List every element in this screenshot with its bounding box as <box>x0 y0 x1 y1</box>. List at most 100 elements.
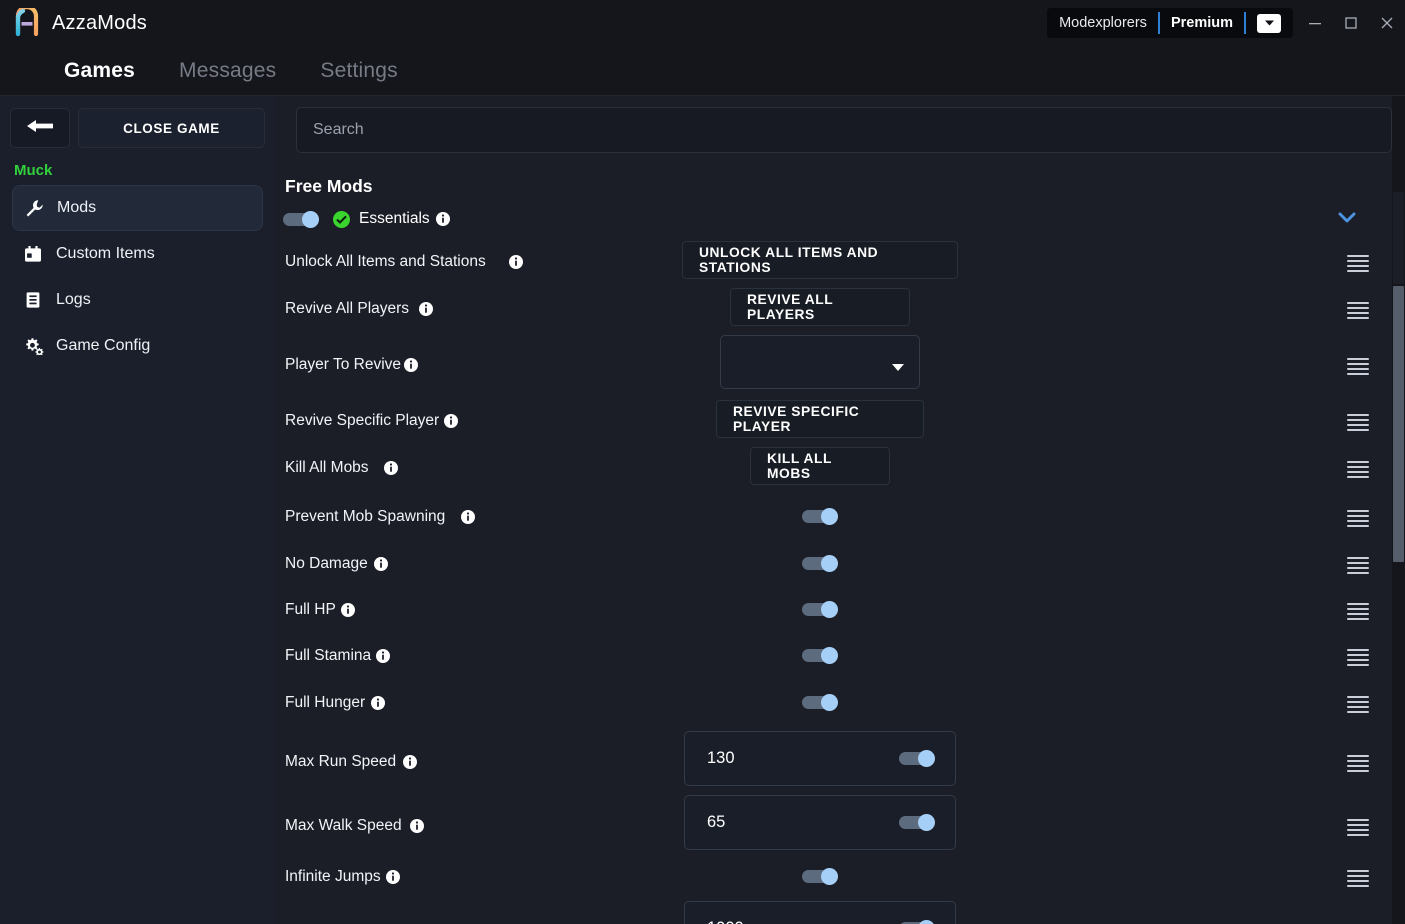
unlock-all-items-and-stations-button[interactable]: UNLOCK ALL ITEMS AND STATIONS <box>682 241 958 279</box>
sidebar-item-custom-items[interactable]: Custom Items <box>12 231 263 277</box>
sidebar-item-mods[interactable]: Mods <box>12 185 263 231</box>
drag-handle-icon[interactable] <box>1347 358 1369 378</box>
mod-row: Max Walk Speed 65 <box>275 795 1405 854</box>
app-title: AzzaMods <box>52 11 147 34</box>
drag-handle-icon[interactable] <box>1347 603 1369 623</box>
mod-row: No Damage <box>275 541 1405 587</box>
toggle-knob <box>821 508 838 525</box>
sidebar-item-game-config[interactable]: Game Config <box>12 323 263 369</box>
chevron-down-icon[interactable] <box>1337 210 1357 229</box>
sidebar-item-logs[interactable]: Logs <box>12 277 263 323</box>
toggle-knob <box>821 555 838 572</box>
tab-messages[interactable]: Messages <box>157 59 298 83</box>
mod-row: Prevent Mob Spawning <box>275 494 1405 541</box>
toggle-knob <box>821 647 838 664</box>
no-damage-toggle[interactable] <box>802 555 838 572</box>
toggle-knob <box>302 210 319 228</box>
mod-row: Kill All Mobs KILL ALL MOBS <box>275 447 1405 494</box>
drag-handle-icon[interactable] <box>1347 649 1369 669</box>
sidebar-item-label: Logs <box>56 291 91 308</box>
toggle-knob <box>821 601 838 618</box>
toggle-knob <box>918 750 935 767</box>
divider <box>1244 12 1246 34</box>
max-walk-speed-field[interactable]: 65 <box>684 795 956 850</box>
scrollbar-thumb[interactable] <box>1393 286 1404 562</box>
drag-handle-icon[interactable] <box>1347 870 1369 890</box>
tab-games[interactable]: Games <box>42 59 157 83</box>
sidebar-item-label: Custom Items <box>56 245 155 262</box>
mod-row: 1000 <box>275 901 1405 924</box>
mod-row: Revive All Players REVIVE ALL PLAYERS <box>275 288 1405 335</box>
main-scrollbar[interactable] <box>1392 96 1405 924</box>
mod-group-essentials: Essentials <box>283 205 1387 233</box>
nav-tabs: Games Messages Settings <box>0 46 1405 96</box>
azzamods-logo-icon <box>4 0 50 46</box>
search-placeholder: Search <box>313 121 364 138</box>
sidebar: CLOSE GAME Muck Mods Custom Items Logs G… <box>0 96 275 924</box>
sidebar-actions: CLOSE GAME <box>0 96 275 148</box>
toggle-knob <box>918 814 935 831</box>
infinite-jumps-toggle[interactable] <box>802 868 838 885</box>
mod-row: Revive Specific Player REVIVE SPECIFIC P… <box>275 400 1405 447</box>
caret-down-icon[interactable] <box>1257 13 1281 33</box>
full-hunger-toggle[interactable] <box>802 694 838 711</box>
account-tier-badge: Premium <box>1170 15 1233 31</box>
green-check-icon <box>333 210 350 228</box>
book-icon <box>24 291 50 309</box>
drag-handle-icon[interactable] <box>1347 696 1369 716</box>
toggle-knob <box>821 694 838 711</box>
section-title: Free Mods <box>285 176 373 196</box>
caret-down-icon <box>891 359 905 377</box>
account-pill[interactable]: Modexplorers Premium <box>1047 8 1293 38</box>
wrench-icon <box>25 199 51 218</box>
kill-all-mobs-button[interactable]: KILL ALL MOBS <box>750 447 890 485</box>
mod-row: Full HP <box>275 587 1405 633</box>
scrollbar-track-top <box>1393 192 1404 284</box>
mod-rows: Unlock All Items and Stations UNLOCK ALL… <box>275 241 1405 924</box>
mod-row: Full Stamina <box>275 633 1405 680</box>
arrow-left-icon <box>25 118 55 139</box>
drag-handle-icon[interactable] <box>1347 255 1369 275</box>
drag-handle-icon[interactable] <box>1347 557 1369 577</box>
search-input[interactable]: Search <box>296 107 1392 153</box>
info-icon[interactable] <box>435 212 450 226</box>
close-icon[interactable] <box>1369 0 1405 46</box>
max-run-speed-field[interactable]: 130 <box>684 731 956 786</box>
revive-all-players-button[interactable]: REVIVE ALL PLAYERS <box>730 288 910 326</box>
revive-specific-player-button[interactable]: REVIVE SPECIFIC PLAYER <box>716 400 924 438</box>
numeric-field-toggle[interactable] <box>899 920 935 924</box>
sidebar-item-label: Mods <box>57 199 97 216</box>
sidebar-item-label: Game Config <box>56 337 151 354</box>
drag-handle-icon[interactable] <box>1347 819 1369 839</box>
close-game-button[interactable]: CLOSE GAME <box>78 108 265 148</box>
field-value: 130 <box>707 749 735 767</box>
gears-icon <box>24 337 50 355</box>
toggle-knob <box>918 920 935 924</box>
full-stamina-toggle[interactable] <box>802 647 838 664</box>
mod-row: Full Hunger <box>275 680 1405 731</box>
account-name: Modexplorers <box>1059 15 1147 31</box>
toggle-knob <box>821 868 838 885</box>
numeric-field[interactable]: 1000 <box>684 901 956 924</box>
box-icon <box>24 245 50 263</box>
group-toggle[interactable] <box>283 210 319 228</box>
back-button[interactable] <box>10 108 70 148</box>
drag-handle-icon[interactable] <box>1347 755 1369 775</box>
window-controls <box>1297 0 1405 46</box>
drag-handle-icon[interactable] <box>1347 414 1369 434</box>
player-to-revive-select[interactable] <box>720 335 920 389</box>
max-walk-speed-toggle[interactable] <box>899 814 935 831</box>
maximize-icon[interactable] <box>1333 0 1369 46</box>
mod-row: Unlock All Items and Stations UNLOCK ALL… <box>275 241 1405 288</box>
mod-row: Max Run Speed 130 <box>275 731 1405 795</box>
minimize-icon[interactable] <box>1297 0 1333 46</box>
mod-row: Infinite Jumps <box>275 854 1405 901</box>
drag-handle-icon[interactable] <box>1347 302 1369 322</box>
prevent-mob-spawning-toggle[interactable] <box>802 508 838 525</box>
drag-handle-icon[interactable] <box>1347 461 1369 481</box>
max-run-speed-toggle[interactable] <box>899 750 935 767</box>
game-name: Muck <box>14 162 53 179</box>
tab-settings[interactable]: Settings <box>298 59 419 83</box>
full-hp-toggle[interactable] <box>802 601 838 618</box>
drag-handle-icon[interactable] <box>1347 510 1369 530</box>
